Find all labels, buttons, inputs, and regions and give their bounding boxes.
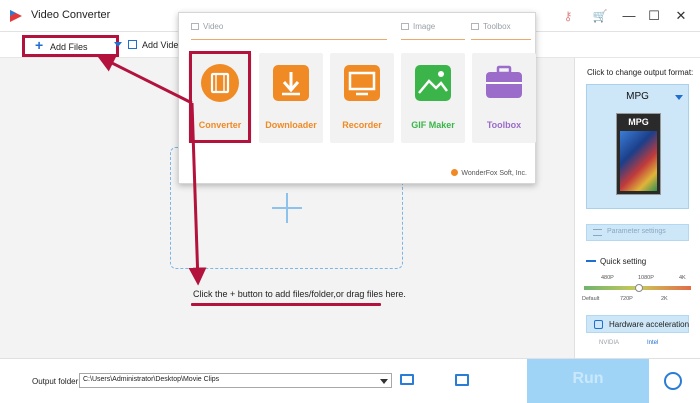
output-format-panel: Click to change output format: MPG MPG P… <box>574 58 700 358</box>
section-video: Video <box>191 22 223 31</box>
add-files-dropdown-icon[interactable] <box>114 42 122 47</box>
wonderfox-logo-icon <box>451 169 459 176</box>
tile-gif-maker-label: GIF Maker <box>411 120 455 130</box>
hardware-acceleration-label: Hardware acceleration <box>609 320 690 329</box>
scale-480p: 480P <box>601 275 614 281</box>
toolbox-icon <box>486 65 522 98</box>
quick-setting-label: Quick setting <box>586 257 646 266</box>
open-folder-icon[interactable] <box>400 374 414 385</box>
alarm-clock-icon[interactable] <box>664 372 682 390</box>
close-button[interactable]: ✕ <box>670 6 692 26</box>
app-logo-icon <box>10 10 22 22</box>
toolbox-section-icon <box>471 23 479 30</box>
drop-hint-text: Click the + button to add files/folder,o… <box>193 289 406 299</box>
tile-downloader[interactable]: Downloader <box>259 53 323 143</box>
tile-recorder-label: Recorder <box>342 120 382 130</box>
scale-720p: 720P <box>620 296 633 302</box>
video-section-icon <box>191 23 199 30</box>
add-video-label: Add Vide <box>142 40 179 50</box>
chevron-down-icon[interactable] <box>675 95 683 100</box>
chip-icon <box>594 320 603 329</box>
run-button[interactable]: Run <box>527 359 649 403</box>
cart-icon[interactable]: 🛒 <box>592 8 608 24</box>
tile-toolbox-label: Toolbox <box>486 120 522 130</box>
output-format-name: MPG <box>626 91 649 102</box>
add-files-label: Add Files <box>50 42 88 52</box>
output-format-selector[interactable]: MPG MPG <box>586 84 689 209</box>
picture-icon <box>415 65 451 101</box>
add-files-button[interactable]: + Add Files <box>22 35 119 57</box>
section-toolbox: Toolbox <box>471 22 511 31</box>
scale-2k: 2K <box>661 296 668 302</box>
window-title: Video Converter <box>31 9 111 21</box>
tile-gif-maker[interactable]: GIF Maker <box>401 53 465 143</box>
image-section-icon <box>401 23 409 30</box>
parameter-settings-label: Parameter settings <box>607 228 666 235</box>
quality-slider-handle[interactable] <box>635 284 643 292</box>
tile-toolbox[interactable]: Toolbox <box>472 53 536 143</box>
monitor-record-icon <box>344 65 380 101</box>
add-plus-icon[interactable] <box>272 193 302 223</box>
quick-setting-icon <box>586 260 596 262</box>
bottom-bar: Output folder: C:\Users\Administrator\De… <box>0 358 700 403</box>
parameter-settings-button[interactable]: Parameter settings <box>586 224 689 241</box>
format-badge: MPG <box>628 117 649 127</box>
hint-underline <box>191 303 381 306</box>
sliders-icon <box>593 229 602 236</box>
scale-default: Default <box>582 296 600 302</box>
folder-add-icon <box>128 40 137 49</box>
tile-downloader-label: Downloader <box>265 120 317 130</box>
run-label: Run <box>572 370 604 387</box>
section-image-divider <box>401 39 465 40</box>
section-image: Image <box>401 22 435 31</box>
chevron-down-icon[interactable] <box>380 379 388 384</box>
maximize-button[interactable]: ☐ <box>643 6 665 26</box>
export-icon[interactable] <box>455 374 469 386</box>
section-video-divider <box>191 39 387 40</box>
hardware-acceleration-button[interactable]: Hardware acceleration <box>586 315 689 333</box>
tile-recorder[interactable]: Recorder <box>330 53 394 143</box>
output-format-title: Click to change output format: <box>587 68 694 77</box>
download-icon <box>273 65 309 101</box>
output-folder-label: Output folder: <box>32 377 81 386</box>
format-art-icon <box>620 131 657 191</box>
key-icon[interactable]: ⚷ <box>560 8 576 24</box>
scale-1080p: 1080P <box>638 275 654 281</box>
intel-logo: Intel <box>647 340 659 346</box>
output-folder-value: C:\Users\Administrator\Desktop\Movie Cli… <box>83 376 220 383</box>
section-toolbox-divider <box>471 39 531 40</box>
scale-4k: 4K <box>679 275 686 281</box>
converter-highlight-box <box>189 51 251 143</box>
plus-icon: + <box>35 37 44 53</box>
minimize-button[interactable]: — <box>618 6 640 26</box>
nvidia-logo: NVIDIA <box>599 340 620 346</box>
brand-text: WonderFox Soft, Inc. <box>451 169 527 177</box>
format-thumbnail: MPG <box>616 113 661 195</box>
output-folder-select[interactable]: C:\Users\Administrator\Desktop\Movie Cli… <box>79 373 392 388</box>
